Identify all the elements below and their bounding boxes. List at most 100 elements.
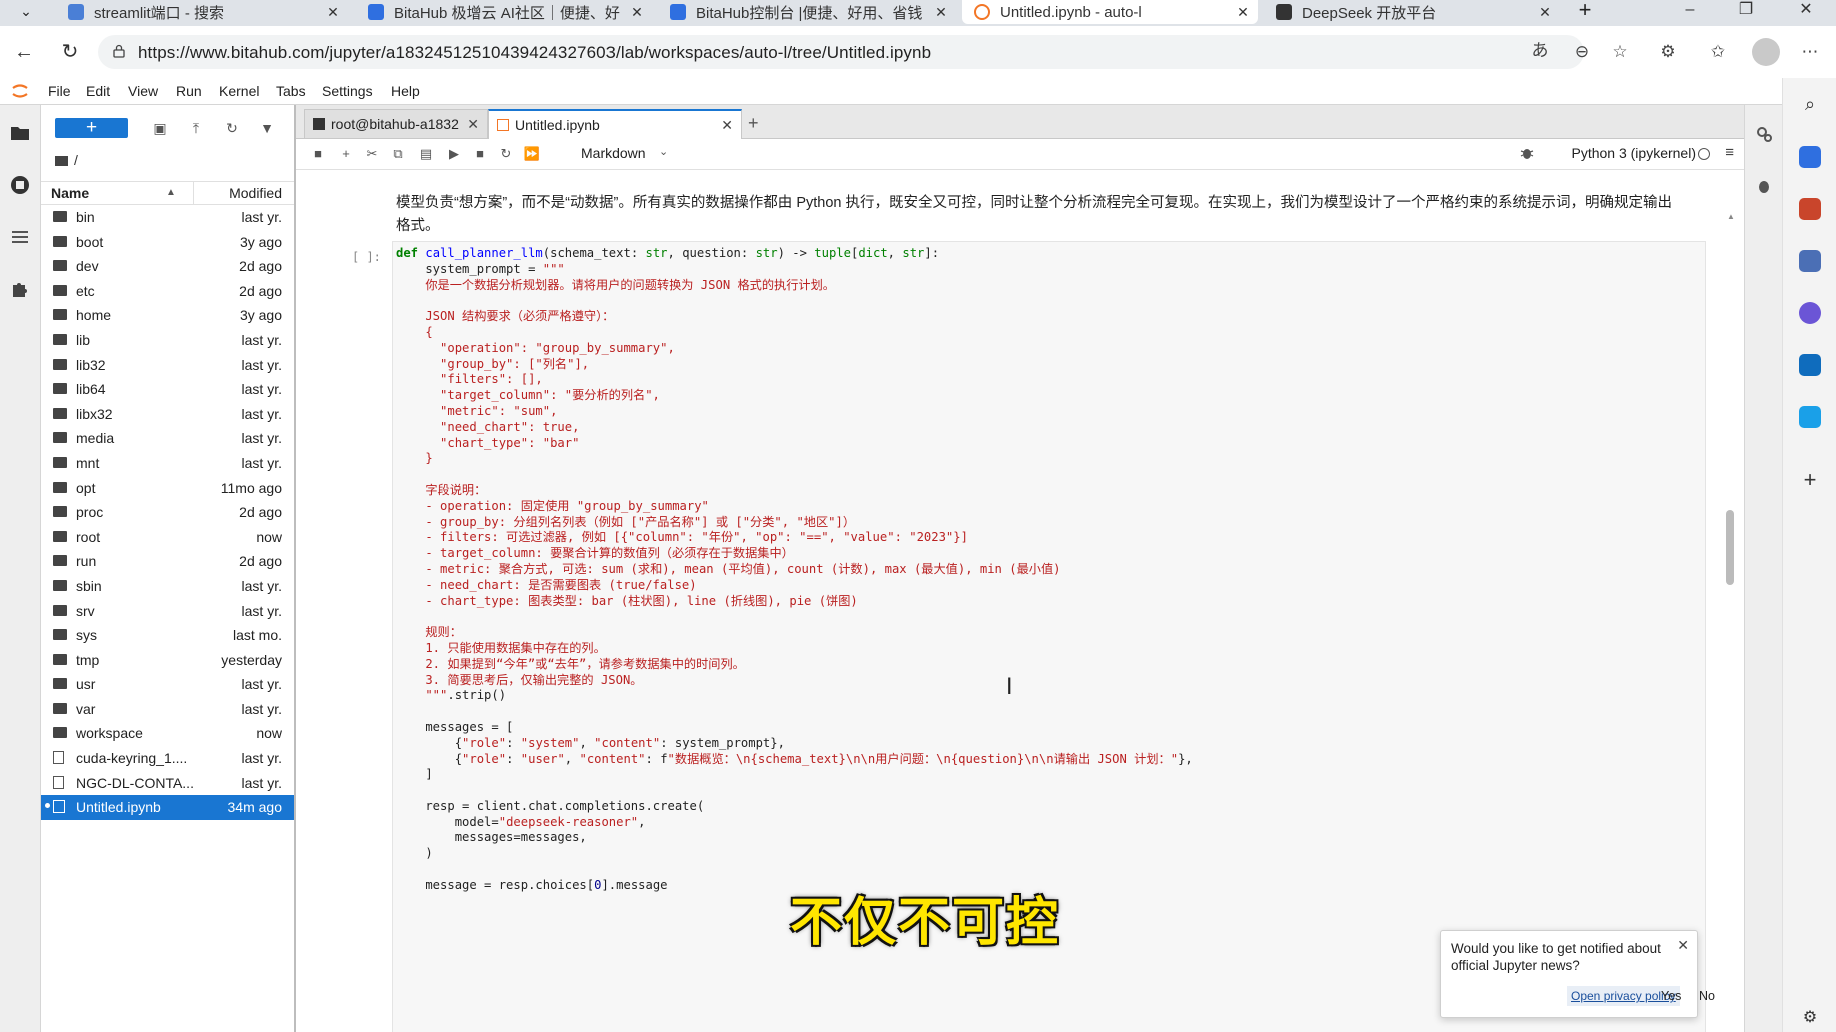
browser-tab-4-active[interactable]: Untitled.ipynb - auto-l ✕ [962,0,1258,24]
profile-avatar[interactable] [1752,38,1780,66]
close-icon[interactable]: ✕ [467,116,479,133]
chevron-down-icon[interactable]: ⌄ [659,145,668,158]
cut-icon[interactable]: ✂ [362,144,382,164]
file-row[interactable]: workspace now [41,721,294,746]
read-aloud-icon[interactable]: あ [1528,40,1552,64]
close-icon[interactable]: ✕ [1538,4,1552,21]
search-icon[interactable]: ⌕ [1799,94,1821,116]
file-row[interactable]: proc 2d ago [41,500,294,525]
back-arrow-icon[interactable]: ← [10,39,38,67]
tab-untitled-notebook[interactable]: Untitled.ipynb ✕ [488,109,742,139]
hamburger-menu-icon[interactable]: ≡ [1725,144,1734,161]
menu-help[interactable]: Help [391,83,420,99]
close-icon[interactable]: ✕ [630,4,644,21]
file-row[interactable]: srv last yr. [41,599,294,624]
vertical-scrollbar-thumb[interactable] [1726,510,1734,585]
debugger-bug-icon[interactable] [1520,146,1534,160]
games-icon[interactable] [1799,250,1821,272]
tab-terminal[interactable]: root@bitahub-a18324512! ✕ [304,109,488,138]
file-row[interactable]: etc 2d ago [41,279,294,304]
menu-settings[interactable]: Settings [322,83,373,99]
upload-icon[interactable]: ⤒ [185,118,207,140]
site-info-icon[interactable] [112,44,126,58]
file-row[interactable]: Untitled.ipynb 34m ago [41,795,294,820]
debugger-bug-icon[interactable] [1755,177,1773,195]
running-kernels-icon[interactable] [8,173,32,197]
file-row[interactable]: lib64 last yr. [41,377,294,402]
insert-cell-plus-icon[interactable]: + [336,144,356,164]
browser-tab-1[interactable]: streamlit端口 - 搜索 ✕ [56,0,348,24]
reload-icon[interactable]: ↻ [56,39,84,67]
add-tab-plus-icon[interactable]: + [748,113,759,134]
close-icon[interactable]: ✕ [326,4,340,21]
favorite-star-icon[interactable]: ☆ [1608,41,1632,65]
copy-icon[interactable]: ⧉ [388,144,408,164]
file-row[interactable]: bin last yr. [41,205,294,230]
file-row[interactable]: NGC-DL-CONTA... last yr. [41,771,294,796]
close-icon[interactable]: ✕ [1236,4,1250,21]
table-of-contents-icon[interactable] [8,225,32,249]
tab-list-chevron-icon[interactable]: ⌄ [14,0,38,24]
new-folder-icon[interactable]: ▣ [149,118,171,140]
file-row[interactable]: var last yr. [41,697,294,722]
browser-tab-3[interactable]: BitaHub控制台 |便捷、好用、省钱 ✕ [658,0,956,24]
name-column-header[interactable]: Name [51,185,89,201]
outlook-icon[interactable] [1799,354,1821,376]
run-all-icon[interactable]: ⏩ [522,144,542,164]
settings-gear-icon[interactable]: ⚙ [1799,1008,1821,1030]
file-row[interactable]: dev 2d ago [41,254,294,279]
favorites-icon[interactable]: ✩ [1706,41,1730,65]
menu-edit[interactable]: Edit [86,83,110,99]
close-icon[interactable]: ✕ [721,117,733,134]
run-icon[interactable]: ▶ [444,144,464,164]
file-row[interactable]: opt 11mo ago [41,476,294,501]
folder-icon[interactable] [8,121,32,145]
new-tab-plus-icon[interactable]: + [1570,0,1600,24]
browser-tab-2[interactable]: BitaHub 极增云 AI社区｜便捷、好 ✕ [356,0,652,24]
file-row[interactable]: boot 3y ago [41,230,294,255]
cell-type-select[interactable]: Markdown [581,145,646,161]
file-row[interactable]: root now [41,525,294,550]
url-field[interactable]: https://www.bitahub.com/jupyter/a1832451… [98,35,1584,69]
modified-column-header[interactable]: Modified [229,185,282,201]
extensions-icon[interactable]: ⚙ [1656,41,1680,65]
send-plane-icon[interactable] [1799,406,1821,428]
breadcrumb[interactable]: / [55,152,78,168]
restore-icon[interactable]: ❐ [1726,0,1766,24]
file-row[interactable]: lib last yr. [41,328,294,353]
more-options-icon[interactable]: ⋯ [1798,41,1822,65]
add-plus-icon[interactable]: + [1799,469,1821,492]
paste-icon[interactable]: ▤ [416,144,436,164]
breadcrumb-root[interactable]: / [74,152,78,168]
file-row[interactable]: lib32 last yr. [41,353,294,378]
window-close-icon[interactable]: ✕ [1786,0,1826,24]
menu-view[interactable]: View [128,83,158,99]
menu-kernel[interactable]: Kernel [219,83,259,99]
file-row[interactable]: sbin last yr. [41,574,294,599]
code-editor[interactable]: def call_planner_llm(schema_text: str, q… [396,246,1193,894]
menu-run[interactable]: Run [176,83,202,99]
browser-tab-5[interactable]: DeepSeek 开放平台 ✕ [1264,0,1560,24]
file-row[interactable]: usr last yr. [41,672,294,697]
tools-briefcase-icon[interactable] [1799,198,1821,220]
menu-file[interactable]: File [48,83,71,99]
close-icon[interactable]: ✕ [934,4,948,21]
scroll-up-arrow-icon[interactable]: ▲ [1727,212,1735,221]
restart-kernel-icon[interactable]: ↻ [496,144,516,164]
file-row[interactable]: cuda-keyring_1.... last yr. [41,746,294,771]
minimize-icon[interactable]: – [1670,0,1710,24]
kernel-name-button[interactable]: Python 3 (ipykernel) [1571,145,1696,161]
stop-icon[interactable]: ■ [470,144,490,164]
file-row[interactable]: libx32 last yr. [41,402,294,427]
menu-tabs[interactable]: Tabs [276,83,306,99]
save-icon[interactable]: ■ [308,144,328,164]
copilot-icon[interactable] [1799,302,1821,324]
new-launcher-button[interactable]: + [55,118,128,138]
filter-icon[interactable]: ▼ [256,118,278,140]
extension-puzzle-icon[interactable] [8,277,32,301]
yes-button[interactable]: Yes [1661,986,1681,1006]
file-row[interactable]: mnt last yr. [41,451,294,476]
markdown-cell[interactable]: 模型负责“想方案”，而不是“动数据”。所有真实的数据操作都由 Python 执行… [396,192,1686,238]
file-row[interactable]: tmp yesterday [41,648,294,673]
refresh-icon[interactable]: ↻ [221,118,243,140]
